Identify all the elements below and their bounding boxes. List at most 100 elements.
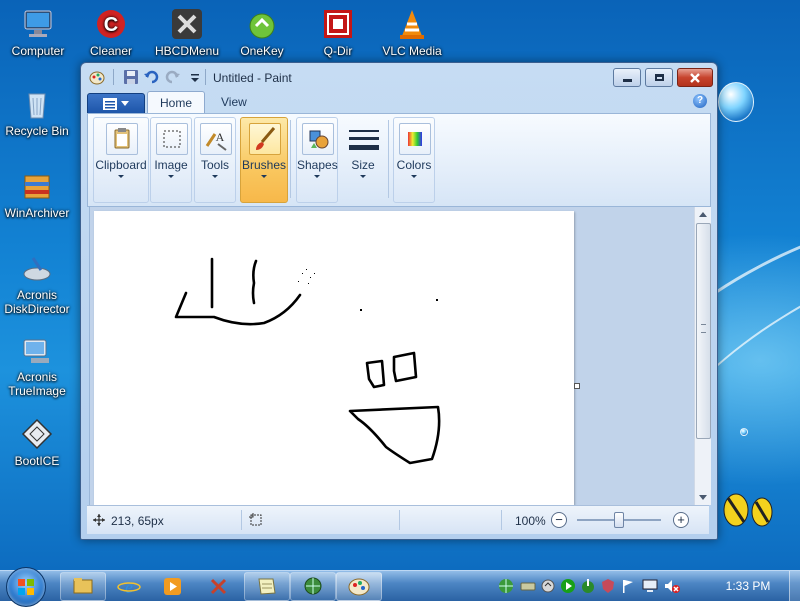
- tools-cross-icon: [171, 8, 203, 40]
- zoom-slider-thumb[interactable]: [614, 512, 624, 528]
- palette-icon: [399, 123, 431, 155]
- ribbon-group-size[interactable]: Size: [342, 117, 384, 203]
- ribbon-group-label: Clipboard: [95, 158, 147, 172]
- desktop-icon-acronis-diskdirector[interactable]: Acronis DiskDirector: [0, 252, 77, 316]
- desktop-icon-winarchiver[interactable]: WinArchiver: [0, 170, 77, 220]
- ribbon-group-tools[interactable]: A Tools: [194, 117, 236, 203]
- desktop-icon-label: WinArchiver: [4, 206, 70, 220]
- tray-volume-muted-icon[interactable]: [664, 578, 680, 594]
- taskbar-paint[interactable]: [336, 572, 382, 601]
- help-icon[interactable]: ?: [693, 94, 707, 108]
- taskbar-app[interactable]: [290, 572, 336, 601]
- scroll-up-icon[interactable]: [699, 212, 707, 217]
- tab-home[interactable]: Home: [147, 91, 206, 114]
- chevron-down-icon: [118, 175, 124, 178]
- tray-flag-icon[interactable]: [620, 578, 636, 594]
- show-desktop-button[interactable]: [789, 571, 800, 601]
- desktop: Computer C Cleaner HBCDMenu OneKey Q-Dir…: [0, 0, 800, 570]
- tray-display-icon[interactable]: [642, 578, 658, 594]
- tray-sync-icon[interactable]: [540, 578, 556, 594]
- desktop-icon-onekey[interactable]: OneKey: [222, 8, 302, 58]
- canvas-resize-handle[interactable]: [574, 383, 580, 389]
- zoom-out-button[interactable]: −: [551, 512, 567, 528]
- tab-view[interactable]: View: [209, 91, 259, 113]
- taskbar-notepad[interactable]: [244, 572, 290, 601]
- ribbon-separator: [290, 120, 291, 198]
- taskbar-tools[interactable]: [196, 572, 242, 601]
- ribbon: Clipboard Image A Tools Brushes Shapes S…: [87, 113, 711, 207]
- desktop-icon-label: Acronis: [16, 370, 57, 384]
- folder-icon: [73, 578, 93, 594]
- paint-app-icon[interactable]: [89, 69, 105, 85]
- tray-play-icon[interactable]: [560, 578, 576, 594]
- ribbon-group-colors[interactable]: Colors: [393, 117, 435, 203]
- taskbar-media-player[interactable]: [150, 572, 196, 601]
- true-image-icon: [21, 334, 53, 366]
- vlc-cone-icon: [396, 8, 428, 40]
- desktop-icon-recycle-bin[interactable]: Recycle Bin: [0, 88, 77, 138]
- tray-network-globe-icon[interactable]: [498, 578, 514, 594]
- tools-icon: [210, 578, 227, 595]
- desktop-icon-bootice[interactable]: BootICE: [0, 418, 77, 468]
- bootice-icon: [21, 418, 53, 450]
- wallpaper-bubble: [718, 82, 754, 122]
- desktop-icon-computer[interactable]: Computer: [0, 8, 78, 58]
- clipboard-icon: [106, 123, 138, 155]
- desktop-icon-label: VLC Media: [382, 44, 442, 58]
- status-divider: [241, 510, 242, 530]
- zoom-in-button[interactable]: +: [673, 512, 689, 528]
- desktop-icon-label: Acronis: [16, 288, 57, 302]
- app-globe-icon: [304, 577, 322, 595]
- note-icon: [258, 578, 276, 595]
- ribbon-group-label: Size: [351, 158, 375, 172]
- chevron-down-icon: [168, 175, 174, 178]
- drawing-canvas[interactable]: [94, 211, 574, 505]
- window-title: Untitled - Paint: [213, 71, 292, 85]
- desktop-icon-label: TrueImage: [8, 384, 66, 398]
- canvas-area[interactable]: [89, 207, 698, 505]
- maximize-button[interactable]: [645, 68, 673, 87]
- ribbon-group-image[interactable]: Image: [150, 117, 192, 203]
- undo-icon[interactable]: [143, 69, 159, 85]
- paint-menu-button[interactable]: [87, 93, 145, 114]
- ie-icon: e: [117, 577, 141, 597]
- paint-window: Untitled - Paint Home View ? Clipboard I…: [80, 62, 718, 540]
- onekey-icon: [246, 8, 278, 40]
- status-bar: 213, 65px 100% − +: [87, 505, 709, 534]
- ribbon-group-clipboard[interactable]: Clipboard: [93, 117, 149, 203]
- close-button[interactable]: [677, 68, 713, 87]
- start-button[interactable]: [6, 567, 46, 607]
- archive-icon: [21, 170, 53, 202]
- scrollbar-thumb[interactable]: [696, 223, 711, 439]
- ribbon-group-label: Shapes: [297, 158, 338, 172]
- tray-drive-icon[interactable]: [520, 578, 536, 594]
- minimize-button[interactable]: [613, 68, 641, 87]
- chevron-down-icon: [212, 175, 218, 178]
- drawing-strokes: [174, 257, 441, 465]
- tray-power-icon[interactable]: [580, 578, 596, 594]
- taskbar-clock[interactable]: 1:33 PM: [718, 579, 778, 593]
- ribbon-group-shapes[interactable]: Shapes: [296, 117, 338, 203]
- taskbar-explorer[interactable]: [60, 572, 106, 601]
- customize-qat-icon[interactable]: [187, 69, 203, 85]
- paint-app-icon: [348, 578, 370, 596]
- ribbon-group-label: Brushes: [241, 158, 287, 172]
- svg-text:C: C: [104, 14, 118, 36]
- desktop-icon-acronis-trueimage[interactable]: Acronis TrueImage: [0, 334, 77, 398]
- select-icon: [156, 123, 188, 155]
- scroll-down-icon[interactable]: [699, 495, 707, 500]
- qat-divider: [113, 69, 114, 85]
- save-icon[interactable]: [123, 69, 139, 85]
- title-bar[interactable]: Untitled - Paint: [81, 63, 717, 91]
- vertical-scrollbar[interactable]: [694, 207, 711, 505]
- desktop-icon-qdir[interactable]: Q-Dir: [298, 8, 378, 58]
- tray-shield-icon[interactable]: [600, 578, 616, 594]
- desktop-icon-vlc[interactable]: VLC Media: [372, 8, 452, 58]
- desktop-icon-hbcdmenu[interactable]: HBCDMenu: [147, 8, 227, 58]
- desktop-icon-cleaner[interactable]: C Cleaner: [71, 8, 151, 58]
- taskbar-ie[interactable]: e: [106, 572, 152, 601]
- selection-size-icon: [249, 513, 262, 526]
- ribbon-group-brushes[interactable]: Brushes: [240, 117, 288, 203]
- redo-icon[interactable]: [165, 69, 181, 85]
- status-divider: [501, 510, 502, 530]
